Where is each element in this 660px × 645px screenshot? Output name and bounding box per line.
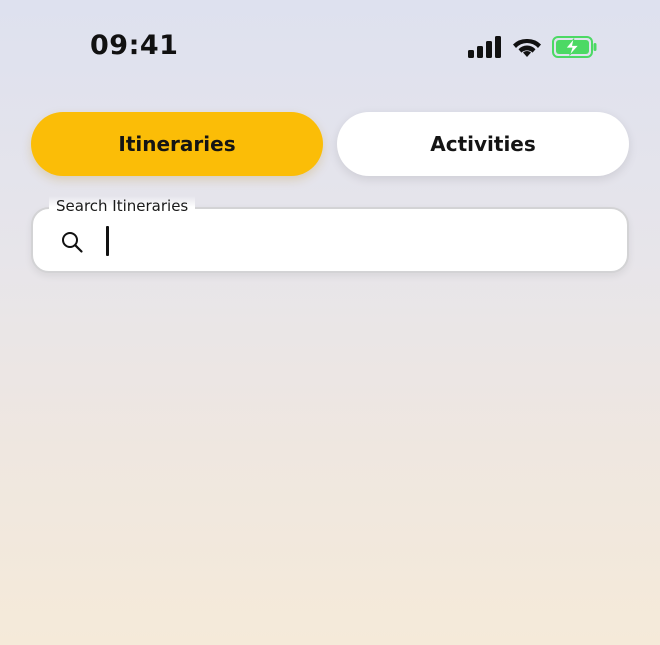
search-input[interactable]	[99, 221, 617, 261]
search-label: Search Itineraries	[49, 196, 196, 216]
status-icons	[468, 36, 598, 58]
cellular-signal-icon	[468, 36, 501, 58]
search-icon	[62, 232, 83, 253]
status-time: 09:41	[90, 30, 179, 61]
search-field: Search Itineraries	[31, 196, 629, 273]
segmented-tabs: Itineraries Activities	[31, 112, 629, 176]
text-cursor	[106, 226, 109, 256]
battery-charging-icon	[552, 36, 597, 58]
tab-itineraries[interactable]: Itineraries	[31, 112, 323, 176]
wifi-icon	[513, 38, 541, 57]
status-bar: 09:41	[0, 0, 660, 96]
search-box[interactable]	[31, 207, 629, 273]
tab-activities[interactable]: Activities	[337, 112, 629, 176]
